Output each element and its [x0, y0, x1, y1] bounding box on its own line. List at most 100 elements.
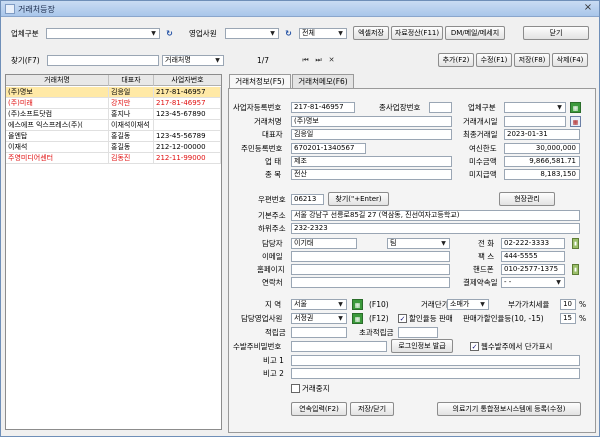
- credit-input[interactable]: 30,000,000: [504, 143, 580, 154]
- find-address-button[interactable]: 찾기("+Enter): [328, 192, 389, 206]
- web-order-checkbox[interactable]: ✓: [470, 342, 479, 351]
- jongmok-input[interactable]: 전산: [291, 169, 452, 180]
- add-button[interactable]: 추가(F2): [438, 53, 474, 67]
- scope-select[interactable]: 전체 ▼: [299, 28, 347, 39]
- homepage-label: 홈페이지: [257, 265, 285, 274]
- staff-add-icon[interactable]: ▦: [352, 313, 363, 324]
- column-header-bizno[interactable]: 사업자번호: [154, 75, 221, 86]
- discount-rate-input[interactable]: 15: [560, 313, 576, 324]
- table-row[interactable]: (주)소프트닷컴 홍지나 123-45-67890: [6, 109, 221, 120]
- column-header-name[interactable]: 거래처명: [6, 75, 109, 86]
- discount-checkbox[interactable]: ✓: [398, 314, 407, 323]
- bizno-input[interactable]: 217-81-46957: [291, 102, 355, 113]
- points-input[interactable]: [291, 327, 347, 338]
- table-row[interactable]: 올엔탑 홍길동 123-45-56789: [6, 131, 221, 142]
- continuous-input-button[interactable]: 연속입력(F2): [291, 402, 347, 416]
- order-password-input[interactable]: [291, 341, 387, 352]
- start-date-input[interactable]: [504, 116, 566, 127]
- points-label: 적립금: [265, 328, 286, 337]
- save-button[interactable]: 저장(F8): [514, 53, 550, 67]
- email-input[interactable]: [291, 251, 450, 262]
- tab-customer-memo[interactable]: 거래처메모(F6): [292, 74, 354, 88]
- phone-input[interactable]: 02-222-3333: [501, 238, 565, 249]
- resno-label: 주민등록번호: [241, 144, 283, 153]
- delete-button[interactable]: 삭제(F4): [552, 53, 588, 67]
- manager-input[interactable]: 이기태: [291, 238, 357, 249]
- cell-bizno: 123-45-56789: [154, 131, 221, 142]
- payable-label: 미지급액: [469, 170, 497, 179]
- excess-points-label: 초과적립금: [359, 328, 394, 337]
- staff-select[interactable]: 서정권 ▼: [291, 313, 347, 324]
- bizno-label: 사업자등록번호: [233, 103, 282, 112]
- last-page-icon[interactable]: ⏭: [313, 55, 324, 66]
- mobile-input[interactable]: 010-2577-1375: [501, 264, 565, 275]
- receivable-label: 미수금액: [469, 157, 497, 166]
- cell-rep: 홍길동: [109, 142, 154, 153]
- find-input[interactable]: [47, 55, 159, 66]
- discount-label: 할인율등 판매: [409, 314, 453, 323]
- add-biztype-icon[interactable]: ▦: [570, 102, 581, 113]
- note1-input[interactable]: [291, 355, 580, 366]
- site-management-button[interactable]: 현장관리: [499, 192, 555, 206]
- table-row[interactable]: 이재석 홍길동 212-12-00000: [6, 142, 221, 153]
- tab-customer-info[interactable]: 거래처정보(F5): [229, 74, 291, 89]
- table-row[interactable]: 주영미디어센터 김동진 212-11-99000: [6, 153, 221, 164]
- email-label: 이메일: [262, 252, 283, 261]
- refresh-icon[interactable]: ↻: [283, 28, 294, 39]
- cell-name: 주영미디어센터: [6, 153, 109, 164]
- dm-mail-button[interactable]: DM/메일/메세지: [445, 26, 505, 40]
- resno-input[interactable]: 670201-1340567: [291, 143, 366, 154]
- zip-input[interactable]: 06213: [291, 194, 324, 205]
- last-date-input[interactable]: 2023-01-31: [504, 129, 580, 140]
- first-page-icon[interactable]: ⏮: [300, 55, 311, 66]
- excel-save-button[interactable]: 엑셀저장: [353, 26, 389, 40]
- vat-label: 부가가치세율: [508, 300, 550, 309]
- cell-rep: 홍길동: [109, 131, 154, 142]
- sales-staff-select[interactable]: ▼: [225, 28, 279, 39]
- phone-icon[interactable]: ▮: [572, 238, 579, 249]
- addr1-input[interactable]: 서울 강남구 선릉로85길 27 (역삼동, 진선여자고등학교): [291, 210, 580, 221]
- sales-staff-label: 영업사원: [189, 29, 217, 38]
- close-icon[interactable]: ×: [581, 2, 595, 15]
- mobile-icon[interactable]: ▮: [572, 264, 579, 275]
- manager-title-select[interactable]: 팀 ▼: [387, 238, 450, 249]
- stop-trade-checkbox[interactable]: [291, 384, 300, 393]
- refresh-icon[interactable]: ↻: [164, 28, 175, 39]
- price-select[interactable]: 소매가 ▼: [447, 299, 489, 310]
- region-select[interactable]: 서울 ▼: [291, 299, 347, 310]
- login-issue-button[interactable]: 로그인정보 발급: [391, 339, 453, 353]
- column-header-rep[interactable]: 대표자: [109, 75, 154, 86]
- close-button[interactable]: 닫기: [523, 26, 589, 40]
- fax-input[interactable]: 444-5555: [501, 251, 565, 262]
- note2-input[interactable]: [291, 368, 580, 379]
- table-row[interactable]: (주)명보 김응일 217-81-46957: [6, 87, 221, 98]
- customer-list[interactable]: 거래처명 대표자 사업자번호 (주)명보 김응일 217-81-46957 (주)미래…: [5, 74, 222, 430]
- search-field-select[interactable]: 거래처명 ▼: [162, 55, 224, 66]
- settlement-button[interactable]: 자료정산(F11): [391, 26, 443, 40]
- sub-bizno-input[interactable]: [429, 102, 452, 113]
- region-label: 지 역: [265, 300, 282, 309]
- biztype-select[interactable]: ▼: [504, 102, 566, 113]
- table-row[interactable]: (주)미래 강지만 217-81-46957: [6, 98, 221, 109]
- save-close-button[interactable]: 저장/닫기: [350, 402, 394, 416]
- manager-label: 담당자: [262, 239, 283, 248]
- biztype-label: 업체구분: [468, 103, 496, 112]
- contact-input[interactable]: [291, 277, 450, 288]
- edit-button[interactable]: 수정(F1): [476, 53, 512, 67]
- excess-points-input[interactable]: [398, 327, 438, 338]
- company-input[interactable]: (주)명보: [291, 116, 452, 127]
- region-add-icon[interactable]: ▦: [352, 299, 363, 310]
- table-row[interactable]: 에스에프 익스프레스(주)(이재석이재석: [6, 120, 221, 131]
- medical-register-button[interactable]: 의료기기 통합정보시스템에 등록(수정): [437, 402, 581, 416]
- rep-input[interactable]: 김응일: [291, 129, 452, 140]
- biz-type-select[interactable]: ▼: [46, 28, 160, 39]
- receivable-input[interactable]: 9,866,581.71: [504, 156, 580, 167]
- clear-icon[interactable]: ✕: [326, 55, 337, 66]
- payable-input[interactable]: 8,183,150: [504, 169, 580, 180]
- addr2-input[interactable]: 232-2323: [291, 223, 580, 234]
- pay-date-select[interactable]: - - ▼: [501, 277, 565, 288]
- calendar-icon[interactable]: ▦: [570, 116, 581, 127]
- homepage-input[interactable]: [291, 264, 450, 275]
- uptae-input[interactable]: 제조: [291, 156, 452, 167]
- vat-input[interactable]: 10: [560, 299, 576, 310]
